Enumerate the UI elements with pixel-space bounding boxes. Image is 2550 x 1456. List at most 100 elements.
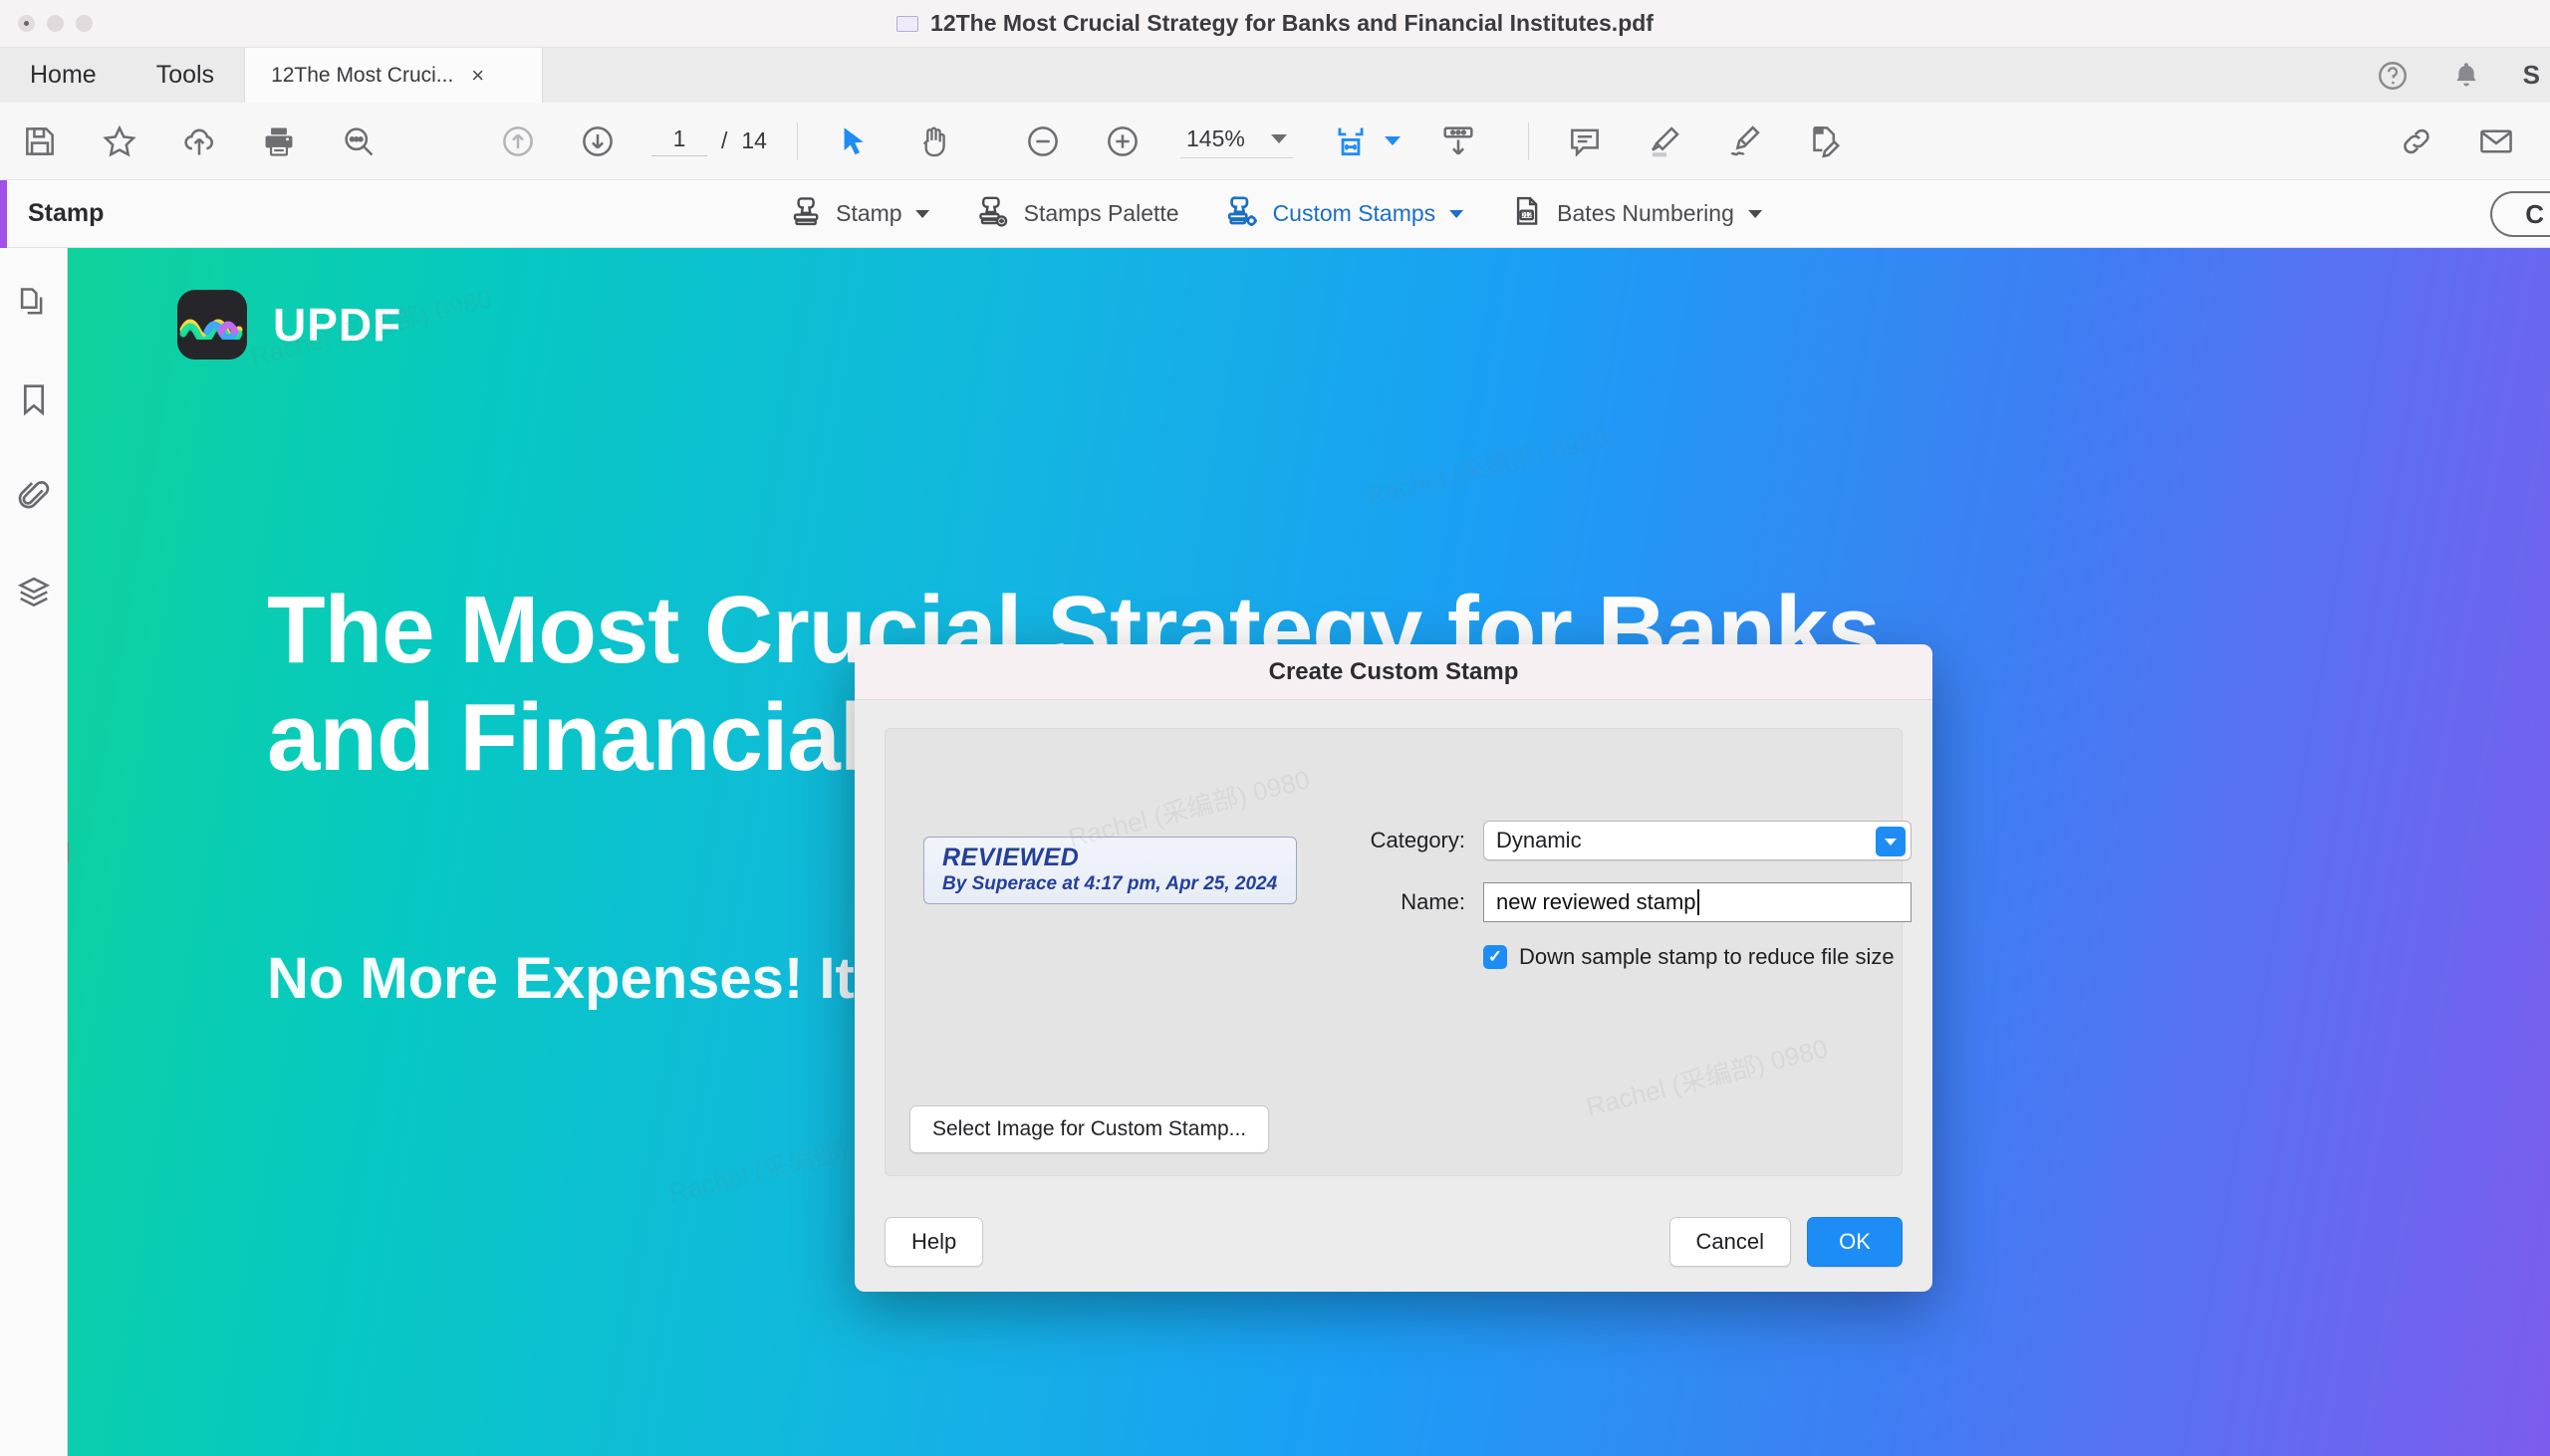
edit-pdf-icon[interactable] (1800, 118, 1848, 165)
updf-logo-text: UPDF (273, 299, 402, 351)
window-title-bar: 12The Most Crucial Strategy for Banks an… (0, 0, 2550, 48)
layout-group (1311, 118, 1498, 165)
minimize-window-button[interactable] (47, 15, 64, 32)
cloud-upload-icon[interactable] (175, 118, 223, 165)
dialog-panel: REVIEWED By Superace at 4:17 pm, Apr 25,… (885, 728, 1912, 1176)
dialog-body: REVIEWED By Superace at 4:17 pm, Apr 25,… (855, 700, 1932, 1192)
chevron-down-icon (1270, 134, 1287, 143)
ribbon-item-bates-numbering[interactable]: 012 Bates Numbering (1509, 193, 1762, 235)
chevron-down-icon (1747, 209, 1762, 218)
svg-text:012: 012 (1521, 212, 1533, 219)
chevron-down-icon (1449, 209, 1464, 218)
close-window-button[interactable] (18, 15, 35, 32)
ribbon-right: C (2490, 180, 2550, 248)
page-separator: / (721, 127, 728, 153)
ok-button[interactable]: OK (1807, 1217, 1903, 1267)
save-icon[interactable] (16, 118, 64, 165)
chevron-down-icon[interactable] (1876, 827, 1906, 856)
menu-tools[interactable]: Tools (127, 48, 244, 103)
document-tab[interactable]: 12The Most Cruci... × (244, 48, 544, 103)
ribbon-title: Stamp (28, 199, 105, 227)
sidebar-item-thumbnails[interactable] (15, 284, 53, 327)
maximize-window-button[interactable] (76, 15, 93, 32)
menu-home[interactable]: Home (0, 48, 127, 103)
downsample-checkbox-row[interactable]: ✓ Down sample stamp to reduce file size (1483, 944, 1912, 970)
share-link-icon[interactable] (2393, 118, 2440, 165)
search-icon[interactable] (335, 118, 382, 165)
updf-logo: UPDF (177, 290, 401, 360)
category-row: Category: Dynamic (1354, 821, 1912, 860)
custom-stamps-icon (1225, 193, 1261, 235)
cancel-button[interactable]: Cancel (1668, 1217, 1791, 1267)
zoom-level-value: 145% (1185, 125, 1245, 151)
dialog-footer: Help Cancel OK (855, 1192, 1932, 1292)
hand-icon[interactable] (909, 118, 957, 165)
ribbon-items: Stamp Stamps Palette Custom Stamps 012 B… (788, 193, 1762, 235)
toolbar-divider (1527, 121, 1529, 160)
ribbon-item-stamp[interactable]: Stamp (788, 193, 930, 235)
star-icon[interactable] (96, 118, 143, 165)
dialog-actions: Cancel OK (1668, 1217, 1903, 1267)
ribbon-item-custom-stamps[interactable]: Custom Stamps (1225, 193, 1464, 235)
annotation-group (1545, 118, 1864, 165)
stamp-preview-subtitle: By Superace at 4:17 pm, Apr 25, 2024 (942, 873, 1278, 894)
menu-bar-right: S (2376, 48, 2550, 103)
dialog-title: Create Custom Stamp (1268, 657, 1519, 685)
comment-icon[interactable] (1561, 118, 1609, 165)
ribbon-pill-button[interactable]: C (2490, 191, 2550, 237)
account-initial[interactable]: S (2523, 60, 2540, 91)
continuous-scroll-icon[interactable] (1434, 118, 1482, 165)
send-mail-icon[interactable] (2472, 118, 2520, 165)
downsample-checkbox[interactable]: ✓ (1483, 945, 1507, 969)
sidebar-item-attachments[interactable] (15, 477, 53, 520)
sidebar-item-layers[interactable] (15, 574, 53, 616)
page-indicator: 1 / 14 (651, 125, 767, 156)
stamps-palette-icon (976, 193, 1012, 235)
toolbar-divider (796, 121, 798, 160)
ribbon-accent-bar (0, 180, 7, 248)
stamp-preview: REVIEWED By Superace at 4:17 pm, Apr 25,… (923, 837, 1297, 904)
name-input[interactable]: new reviewed stamp (1483, 882, 1912, 922)
text-cursor (1696, 889, 1699, 915)
chevron-down-icon[interactable] (1384, 136, 1401, 145)
watermark: Rachel (采编部) 0980 (1363, 422, 1611, 512)
menu-bar: Home Tools 12The Most Cruci... × S (0, 48, 2550, 103)
chevron-down-icon (915, 209, 930, 218)
sign-icon[interactable] (1720, 118, 1768, 165)
fit-page-width-icon[interactable] (1327, 118, 1375, 165)
select-image-button[interactable]: Select Image for Custom Stamp... (909, 1105, 1270, 1153)
stamp-preview-title: REVIEWED (942, 844, 1080, 871)
page-up-icon[interactable] (494, 118, 542, 165)
zoom-in-icon[interactable] (1099, 118, 1147, 165)
window-controls[interactable] (18, 15, 93, 32)
category-select[interactable]: Dynamic (1483, 821, 1912, 860)
page-down-icon[interactable] (574, 118, 622, 165)
left-sidebar (0, 248, 68, 1456)
help-button[interactable]: Help (885, 1217, 984, 1267)
page-total: 14 (741, 127, 767, 153)
stamp-icon (788, 193, 824, 235)
ribbon-item-stamps-palette[interactable]: Stamps Palette (976, 193, 1179, 235)
bell-icon[interactable] (2449, 59, 2483, 93)
name-row: Name: new reviewed stamp (1354, 882, 1912, 922)
highlighter-icon[interactable] (1641, 118, 1688, 165)
stamp-ribbon: Stamp Stamp Stamps Palette Custom Stamps… (0, 180, 2550, 248)
close-icon[interactable]: × (471, 64, 484, 87)
category-label: Category: (1370, 828, 1465, 852)
collapse-panel-arrow-icon[interactable] (68, 841, 69, 863)
zoom-level-select[interactable]: 145% (1179, 123, 1293, 158)
help-icon[interactable] (2376, 59, 2410, 93)
name-input-value: new reviewed stamp (1496, 889, 1696, 914)
cursor-icon[interactable] (830, 118, 878, 165)
print-icon[interactable] (255, 118, 303, 165)
ribbon-item-label: Custom Stamps (1272, 200, 1436, 226)
bates-numbering-icon: 012 (1509, 193, 1545, 235)
sidebar-item-bookmarks[interactable] (15, 380, 53, 423)
pointer-tools-group (814, 118, 973, 165)
zoom-group: 145% (1003, 118, 1311, 165)
ribbon-item-label: Bates Numbering (1557, 200, 1734, 226)
updf-logo-mark (177, 290, 247, 360)
zoom-out-icon[interactable] (1019, 118, 1067, 165)
page-number-input[interactable]: 1 (651, 125, 707, 156)
toolbar-right-group (2377, 103, 2536, 180)
